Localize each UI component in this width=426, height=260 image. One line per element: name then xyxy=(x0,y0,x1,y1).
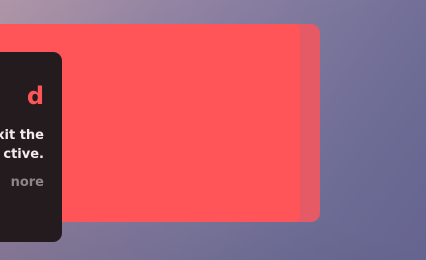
description-line-1: xit the xyxy=(0,128,44,143)
info-panel: d xit the ctive. nore xyxy=(0,52,62,242)
description-line-2: ctive. xyxy=(3,147,44,162)
learn-more-link[interactable]: nore xyxy=(11,174,44,192)
panel-title: d xyxy=(26,82,44,110)
panel-description: xit the ctive. xyxy=(0,126,44,164)
notification-card: d xit the ctive. nore xyxy=(0,24,300,242)
